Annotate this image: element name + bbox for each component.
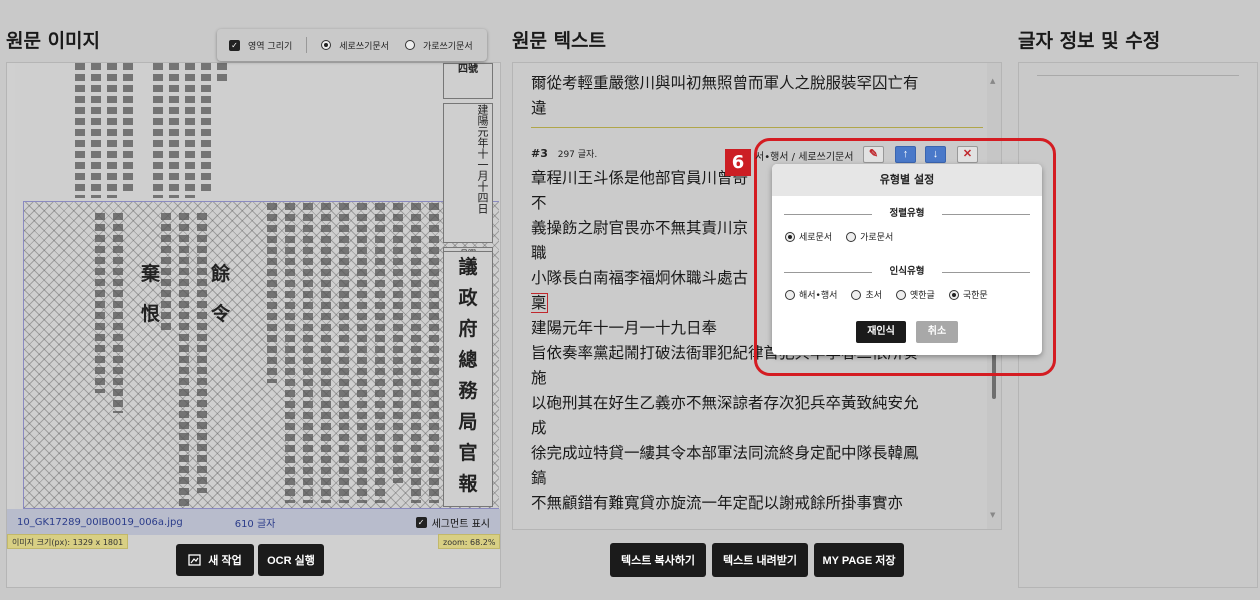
vertical-radio[interactable]: [321, 40, 332, 50]
scroll-down-icon[interactable]: ▼: [990, 511, 995, 519]
text-line[interactable]: 以砲刑其在好生乙義亦不無深諒者存次犯兵卒黃致純安允: [531, 391, 983, 416]
vertical-label: 세로쓰기문서: [339, 41, 389, 52]
align-horizontal-radio[interactable]: [846, 231, 857, 242]
image-filename: 10_GK17289_00IB0019_006a.jpg: [17, 516, 183, 528]
doc-tab-date: 建陽元年十一月十四日: [443, 103, 493, 243]
image-edit-icon: [188, 554, 201, 566]
info-panel-title: 글자 정보 및 수정: [1018, 30, 1161, 52]
segment-toggle[interactable]: ✓ 세그먼트 표시: [415, 515, 490, 530]
document-scan[interactable]: 棄 恨 餘 令 四號 建陽元年十一月十四日 月曜 議 政 府 總 務 局 官 報: [15, 63, 499, 509]
download-text-button[interactable]: 텍스트 내려받기: [712, 543, 808, 577]
doc-char-large: 棄: [141, 263, 161, 285]
mode-toolbar: ✓ 영역 그리기 세로쓰기문서 가로쓰기문서: [217, 29, 487, 61]
checkbox-checked-icon[interactable]: ✓: [415, 516, 427, 528]
step-badge: 6: [725, 149, 751, 176]
image-size-tag: 이미지 크기(px): 1329 x 1801: [7, 534, 129, 549]
text-line[interactable]: 成: [531, 416, 983, 441]
new-task-button[interactable]: 새 작업: [176, 544, 254, 576]
image-panel-title: 원문 이미지: [6, 30, 101, 52]
doc-char-large: 令: [211, 303, 231, 325]
copy-text-button[interactable]: 텍스트 복사하기: [610, 543, 706, 577]
save-mypage-button[interactable]: MY PAGE 저장: [814, 543, 904, 577]
ocr-run-button[interactable]: OCR 실행: [258, 544, 324, 576]
align-vertical-radio[interactable]: [785, 231, 795, 242]
move-down-icon[interactable]: ↓: [925, 146, 946, 163]
recog-group-header: 인식유형: [784, 265, 1030, 279]
recog-haeseo-radio[interactable]: [785, 289, 795, 300]
text-panel-title: 원문 텍스트: [512, 30, 607, 52]
recog-gukhanmun-radio[interactable]: [948, 289, 959, 300]
recog-old-hangul-radio[interactable]: [896, 289, 906, 300]
reocr-button[interactable]: 재인식: [856, 321, 906, 343]
image-status-bar: 10_GK17289_00IB0019_006a.jpg 610 글자 ✓ 세그…: [7, 509, 500, 535]
horizontal-radio[interactable]: [404, 40, 415, 50]
popover-title: 유형별 설정: [772, 164, 1042, 196]
char-count: 610 글자: [234, 518, 276, 530]
segment-type-label: 서•행서 / 세로쓰기문서: [755, 152, 854, 163]
flagged-char[interactable]: 稟: [531, 293, 548, 313]
divider: [306, 37, 308, 53]
align-group-header: 정렬유형: [784, 207, 1030, 221]
divider: [1037, 75, 1239, 76]
move-up-icon[interactable]: ↑: [895, 146, 916, 163]
text-line[interactable]: 鎬: [531, 466, 983, 491]
draw-area-label: 영역 그리기: [248, 41, 293, 52]
text-line[interactable]: 爾從考輕重嚴懲川與叫初無照曾而軍人之脫服裝罕囚亡有: [531, 71, 983, 96]
doc-tab-number: 四號: [443, 63, 493, 99]
align-options: 세로문서 가로문서: [785, 230, 893, 243]
block-char-count: 297 글자.: [557, 150, 598, 160]
recog-options: 해서•행서 초서 옛한글 국한문: [785, 288, 988, 301]
zoom-tag: zoom: 68.2%: [438, 534, 501, 549]
text-line[interactable]: 徐完成竝特貸一縷其令本部軍法同流終身定配中隊長韓鳳: [531, 441, 983, 466]
recog-choseo-radio[interactable]: [851, 289, 862, 300]
draw-area-checkbox[interactable]: ✓: [229, 39, 240, 51]
horizontal-label: 가로쓰기문서: [422, 41, 473, 52]
doc-title-column: 議 政 府 總 務 局 官 報: [443, 251, 493, 507]
cancel-button[interactable]: 취소: [916, 321, 958, 343]
edit-pencil-icon[interactable]: ✎: [863, 146, 884, 163]
doc-char-large: 恨: [141, 303, 161, 325]
scroll-up-icon[interactable]: ▲: [990, 77, 995, 85]
doc-char-large: 餘: [211, 263, 231, 285]
text-line[interactable]: 違: [531, 96, 983, 121]
delete-close-icon[interactable]: ✕: [957, 146, 978, 163]
text-line[interactable]: 不無顧錯有難寬貸亦旋流一年定配以謝戒餘所掛事實亦: [531, 491, 983, 516]
block-divider: [531, 127, 983, 128]
image-viewer[interactable]: 棄 恨 餘 令 四號 建陽元年十一月十四日 月曜 議 政 府 總 務 局 官 報…: [6, 62, 501, 588]
type-settings-popover: 유형별 설정 정렬유형 세로문서 가로문서 인식유형 해서•행서 초서 옛한글 …: [772, 164, 1042, 355]
block-number: #3: [531, 147, 548, 160]
